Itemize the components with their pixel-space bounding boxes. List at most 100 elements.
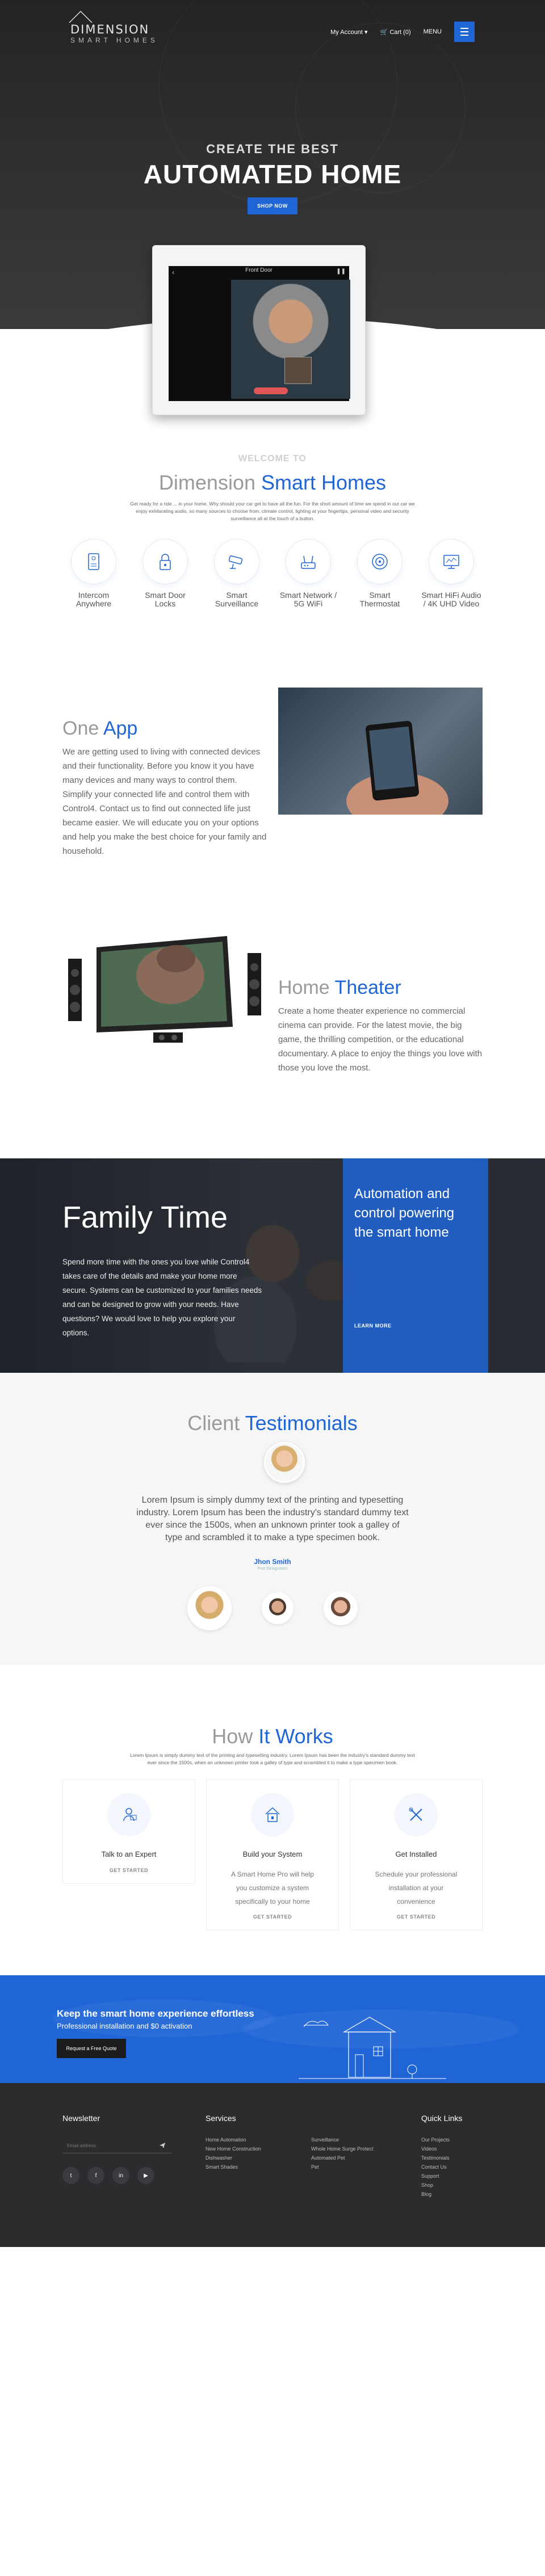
menu-label[interactable]: MENU [424,28,442,35]
hero-subtitle: CREATE THE BEST [206,142,339,156]
footer-link[interactable]: Automated Pet [311,2153,374,2162]
testimonial-quote: Lorem Ipsum is simply dummy text of the … [136,1495,409,1542]
feature-label: Smart Door Locks [145,591,186,608]
get-started-link[interactable]: GET STARTED [63,1867,195,1873]
testimonial-name: Jhon Smith [254,1558,291,1566]
family-time-section: Family Time Spend more time with the one… [0,1158,545,1373]
get-started-link[interactable]: GET STARTED [350,1914,482,1920]
family-blue-panel: Automation and control powering the smar… [343,1158,488,1373]
card-title: Talk to an Expert [101,1850,157,1858]
home-theater-title-grey: Home [278,977,330,998]
footer-link[interactable]: Smart Shades [206,2162,261,2172]
testimonial-thumb[interactable] [187,1586,232,1630]
footer: Newsletter Email address t f in ▶ Servic… [0,2083,545,2247]
card-get-installed: Get Installed Schedule your professional… [350,1779,483,1930]
card-title: Get Installed [395,1850,437,1858]
learn-more-link[interactable]: LEARN MORE [354,1323,392,1329]
logo-text: DIMENSION [70,23,150,36]
feature-thermostat[interactable]: Smart Thermostat [349,539,411,608]
footer-link[interactable]: Testimonials [421,2153,450,2162]
footer-link[interactable]: Dishwasher [206,2153,261,2162]
footer-link[interactable]: Contact Us [421,2162,450,2172]
home-theater-illustration [68,936,261,1043]
shop-now-button[interactable]: SHOP NOW [248,197,297,214]
card-description: Schedule your professional installation … [375,1870,458,1905]
get-started-link[interactable]: GET STARTED [207,1914,338,1920]
tablet-image: Front Door ‹ ❚❚ [152,245,366,415]
welcome-text: Get ready for a ride ... in your home. W… [130,501,415,521]
testimonial-thumb[interactable] [262,1592,294,1624]
feature-door-locks[interactable]: Smart Door Locks [134,539,196,608]
footer-link[interactable]: Support [421,2172,450,2181]
feature-label: Intercom Anywhere [76,591,112,608]
twitter-icon[interactable]: t [62,2167,79,2184]
feature-hifi[interactable]: Smart HiFi Audio / 4K UHD Video [420,539,483,608]
footer-link[interactable]: Shop [421,2181,450,2190]
footer-link[interactable]: Blog [421,2190,450,2199]
card-title: Build your System [242,1850,303,1858]
logo[interactable]: DIMENSION SMART HOMES [64,8,166,44]
feature-label: Smart HiFi Audio / 4K UHD Video [421,591,481,608]
facebook-icon[interactable]: f [87,2167,104,2184]
footer-link[interactable]: Our Projects [421,2135,450,2144]
testimonials-title-grey: Client [187,1411,240,1435]
my-account-link[interactable]: My Account ▾ [330,28,367,36]
tools-icon [409,1807,422,1821]
feature-label: Smart Thermostat [359,591,400,608]
card-talk-expert: Talk to an Expert GET STARTED [62,1779,195,1884]
feature-network[interactable]: Smart Network / 5G WiFi [277,539,339,608]
monitor-icon [443,555,459,569]
footer-link[interactable]: Videos [421,2144,450,2153]
one-app-title-grey: One [62,718,99,739]
services-list-2: Surveillance Whole Home Surge Protect Au… [311,2135,374,2172]
services-list-1: Home Automation New Home Construction Di… [206,2135,261,2172]
footer-link[interactable]: New Home Construction [206,2144,261,2153]
welcome-title: Dimension Smart Homes [0,471,545,495]
newsletter-heading: Newsletter [62,2114,100,2123]
end-call-bar [254,387,288,394]
services-heading: Services [206,2114,236,2123]
footer-link[interactable]: Pet [311,2162,374,2172]
how-it-works-text: Lorem Ipsum is simply dummy text of the … [130,1752,415,1765]
request-quote-button[interactable]: Request a Free Quote [57,2039,126,2058]
feature-surveillance[interactable]: Smart Surveillance [206,539,268,608]
cart-link[interactable]: 🛒 Cart (0) [380,28,411,36]
one-app-image [278,688,483,815]
testimonials-title-blue: Testimonials [245,1411,358,1435]
top-navigation: DIMENSION SMART HOMES My Account ▾ 🛒 Car… [0,0,545,62]
home-theater-image [62,925,267,1049]
newsletter-email-input[interactable]: Email address [62,2139,171,2153]
hero-title: AUTOMATED HOME [143,159,402,189]
youtube-icon[interactable]: ▶ [137,2167,154,2184]
router-icon [301,555,316,569]
home-theater-title-blue: Theater [334,977,401,998]
expert-icon [123,1808,137,1822]
testimonials-section: Client Testimonials Lorem Ipsum is simpl… [0,1373,545,1665]
linkedin-icon[interactable]: in [112,2167,129,2184]
one-app-title-blue: App [103,718,138,739]
cta-subtitle: Professional installation and $0 activat… [57,2022,192,2030]
welcome-title-blue: Smart Homes [261,471,387,494]
how-it-works-title: How It Works [0,1725,545,1748]
house-line-illustration [299,2017,446,2079]
home-theater-title: Home Theater [278,977,401,999]
feature-intercom[interactable]: Intercom Anywhere [62,539,125,608]
feature-label: Smart Surveillance [215,591,259,608]
card-build-system: Build your System A Smart Home Pro will … [206,1779,339,1930]
social-links: t f in ▶ [62,2167,154,2184]
tablet-screen: Front Door ‹ ❚❚ [169,266,350,401]
footer-link[interactable]: Home Automation [206,2135,261,2144]
testimonial-thumb[interactable] [324,1591,358,1625]
how-title-blue: It Works [258,1725,333,1748]
family-time-title: Family Time [62,1200,228,1234]
house-icon [265,1807,280,1822]
footer-link[interactable]: Whole Home Surge Protect [311,2144,374,2153]
footer-link[interactable]: Surveillance [311,2135,374,2144]
phone-shape [365,720,420,801]
welcome-eyebrow: WELCOME TO [238,454,307,463]
family-time-text: Spend more time with the ones you love w… [62,1258,262,1337]
hamburger-menu-button[interactable] [454,22,475,42]
quick-links-list: Our Projects Videos Testimonials Contact… [421,2135,450,2199]
testimonial-thumbnails [187,1586,358,1630]
send-icon[interactable] [159,2142,166,2149]
